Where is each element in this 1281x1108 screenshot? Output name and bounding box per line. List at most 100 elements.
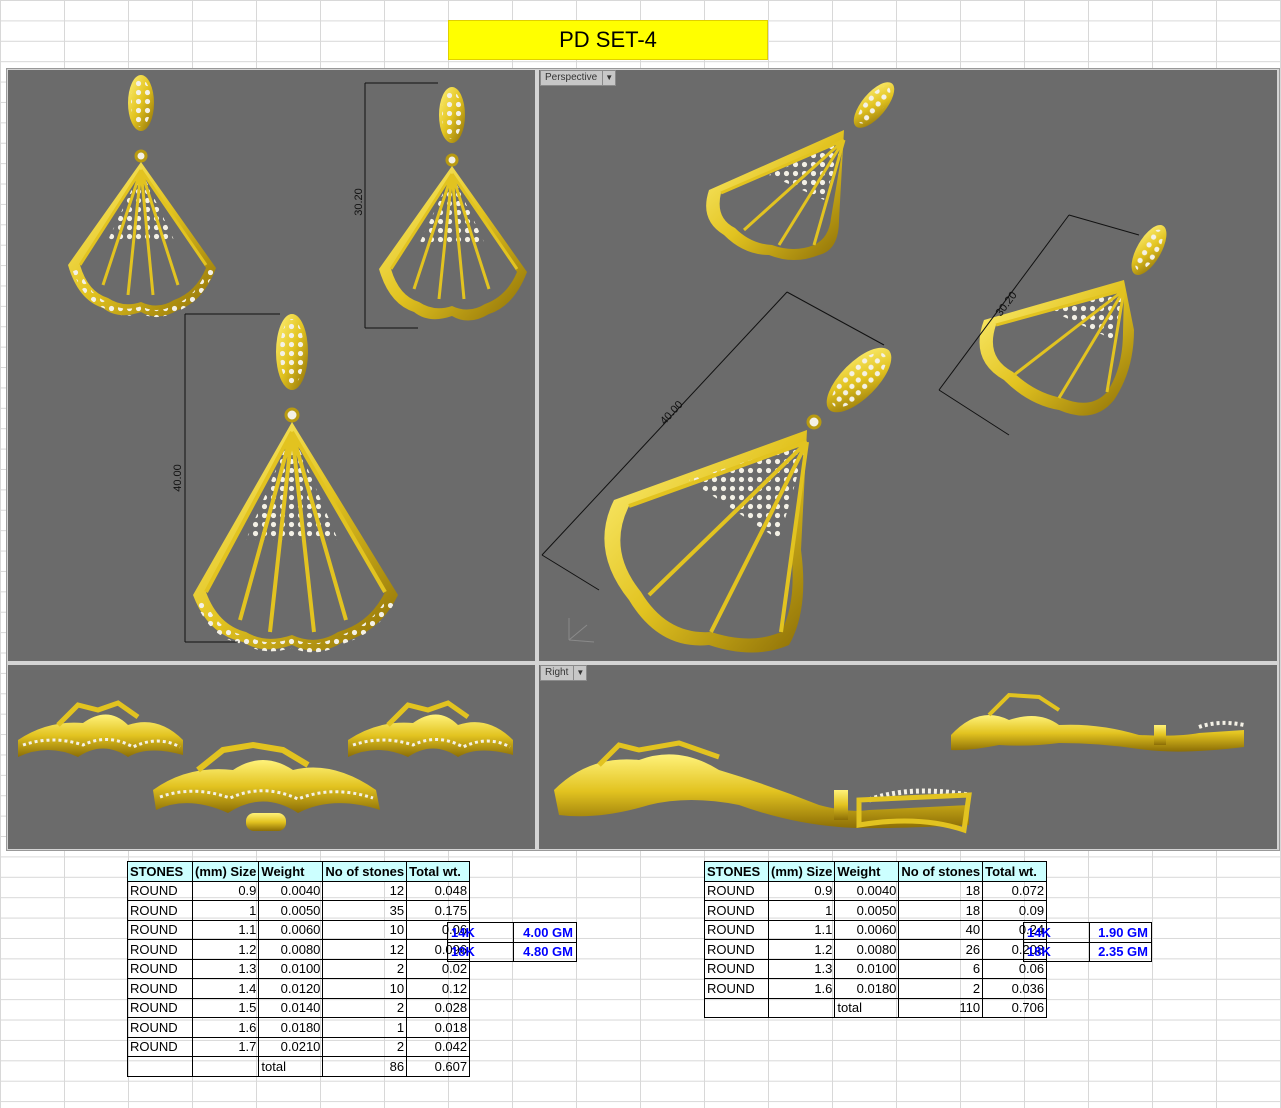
table-row: ROUND 1.3 0.0100 6 0.06 (704, 958, 1048, 979)
right-view-render (554, 692, 1245, 834)
total-weight: 0.607 (406, 1056, 471, 1077)
front-earring-center (153, 741, 380, 831)
table-cell: 40 (898, 919, 984, 940)
persp-earring-large: 40.00 (541, 291, 892, 653)
table-cell: 0.072 (982, 880, 1048, 901)
viewport-tab-label: Perspective (545, 72, 598, 83)
karat-label: 14K (1023, 922, 1090, 943)
stone-table-right: STONES (mm) Size Weight No of stones Total w… (704, 861, 1048, 1018)
table-cell: 0.042 (406, 1036, 471, 1057)
table-cell: 35 (322, 900, 408, 921)
table-cell: 0.0100 (834, 958, 900, 979)
table-cell: ROUND (127, 958, 193, 979)
table-cell (767, 997, 836, 1018)
table-cell: 12 (322, 880, 408, 901)
table-cell: 2 (322, 958, 408, 979)
table-cell: 0.0060 (834, 919, 900, 940)
table-cell: 0.0210 (258, 1036, 324, 1057)
table-cell: ROUND (704, 958, 769, 979)
table-row: ROUND 1.1 0.0060 40 0.24 (704, 919, 1048, 940)
karat-weight-table-right: 14K 1.90 GM 18K 2.35 GM (1023, 922, 1152, 962)
table-cell: 1.1 (767, 919, 836, 940)
karat-weight: 2.35 GM (1089, 941, 1152, 962)
table-cell: ROUND (127, 900, 193, 921)
table-cell: 0.09 (982, 900, 1048, 921)
table-cell: 1.5 (191, 997, 260, 1018)
right-viewport[interactable]: Right ▼ (539, 665, 1277, 849)
table-cell: 1.3 (767, 958, 836, 979)
table-cell: 2 (898, 978, 984, 999)
table-cell: 0.048 (406, 880, 471, 901)
earring-large (193, 314, 398, 653)
table-cell: ROUND (127, 880, 193, 901)
column-header: STONES (704, 861, 769, 882)
earring-small-left (68, 75, 216, 317)
table-cell: 1.1 (191, 919, 260, 940)
dropdown-arrow-icon[interactable]: ▼ (602, 71, 615, 85)
perspective-view-render: 30.20 40.00 (541, 82, 1167, 653)
table-cell: ROUND (704, 880, 769, 901)
karat-weight: 4.00 GM (513, 922, 577, 943)
table-header-row: STONES (mm) Size Weight No of stones Total w… (704, 861, 1048, 882)
table-cell: 1.2 (191, 939, 260, 960)
column-header: Total wt. (406, 861, 471, 882)
earring-small-right (379, 87, 527, 321)
total-stone-count: 86 (322, 1056, 408, 1077)
table-cell: ROUND (127, 997, 193, 1018)
table-cell: 2 (322, 1036, 408, 1057)
table-cell: 0.0140 (258, 997, 324, 1018)
table-cell: 0.028 (406, 997, 471, 1018)
table-cell: 18 (898, 900, 984, 921)
total-stone-count: 110 (898, 997, 984, 1018)
viewport-tab-label: Right (545, 667, 569, 678)
table-cell: 1.4 (191, 978, 260, 999)
table-cell: ROUND (127, 1017, 193, 1038)
column-header: STONES (127, 861, 193, 882)
right-earring-large (554, 740, 972, 834)
total-label: total (834, 997, 900, 1018)
karat-weight: 4.80 GM (513, 941, 577, 962)
top-viewport[interactable]: 30.20 40.00 (8, 70, 535, 661)
table-row: ROUND 1.3 0.0100 2 0.02 (127, 958, 471, 979)
dimension-label-large: 40.00 (172, 464, 184, 492)
dropdown-arrow-icon[interactable]: ▼ (573, 666, 586, 680)
perspective-viewport-tab[interactable]: Perspective ▼ (540, 70, 617, 86)
table-cell: ROUND (704, 939, 769, 960)
table-cell: 18 (898, 880, 984, 901)
karat-row: 14K 1.90 GM (1023, 922, 1152, 943)
karat-weight: 1.90 GM (1089, 922, 1152, 943)
persp-earring-top (706, 82, 895, 260)
table-cell: 0.9 (767, 880, 836, 901)
axis-gizmo (568, 618, 595, 643)
persp-dimension-label-large: 40.00 (658, 399, 686, 427)
table-cell: ROUND (704, 978, 769, 999)
perspective-viewport[interactable]: 30.20 40.00 Perspective ▼ (539, 70, 1277, 661)
table-row: ROUND 1.5 0.0140 2 0.028 (127, 997, 471, 1018)
table-cell: 0.0080 (834, 939, 900, 960)
dimension-label-small: 30.20 (353, 188, 365, 216)
total-weight: 0.706 (982, 997, 1048, 1018)
sheet-title: PD SET-4 (448, 20, 768, 60)
table-row: ROUND 1.2 0.0080 26 0.208 (704, 939, 1048, 960)
table-cell: 1.6 (191, 1017, 260, 1038)
table-cell: 1.7 (191, 1036, 260, 1057)
right-viewport-tab[interactable]: Right ▼ (540, 665, 588, 681)
table-cell: 0.0040 (258, 880, 324, 901)
column-header: No of stones (898, 861, 984, 882)
karat-label: 18K (447, 941, 514, 962)
table-cell: ROUND (127, 978, 193, 999)
table-cell: ROUND (127, 939, 193, 960)
front-viewport[interactable] (8, 665, 535, 849)
karat-label: 18K (1023, 941, 1090, 962)
table-row: ROUND 1.1 0.0060 10 0.06 (127, 919, 471, 940)
table-row: ROUND 0.9 0.0040 18 0.072 (704, 880, 1048, 901)
table-cell: 0.12 (406, 978, 471, 999)
table-cell: 0.0180 (258, 1017, 324, 1038)
table-cell: ROUND (704, 919, 769, 940)
table-cell: 0.0100 (258, 958, 324, 979)
table-cell: 2 (322, 997, 408, 1018)
table-cell: 26 (898, 939, 984, 960)
column-header: No of stones (322, 861, 408, 882)
table-row: ROUND 1.2 0.0080 12 0.096 (127, 939, 471, 960)
table-cell: 0.018 (406, 1017, 471, 1038)
